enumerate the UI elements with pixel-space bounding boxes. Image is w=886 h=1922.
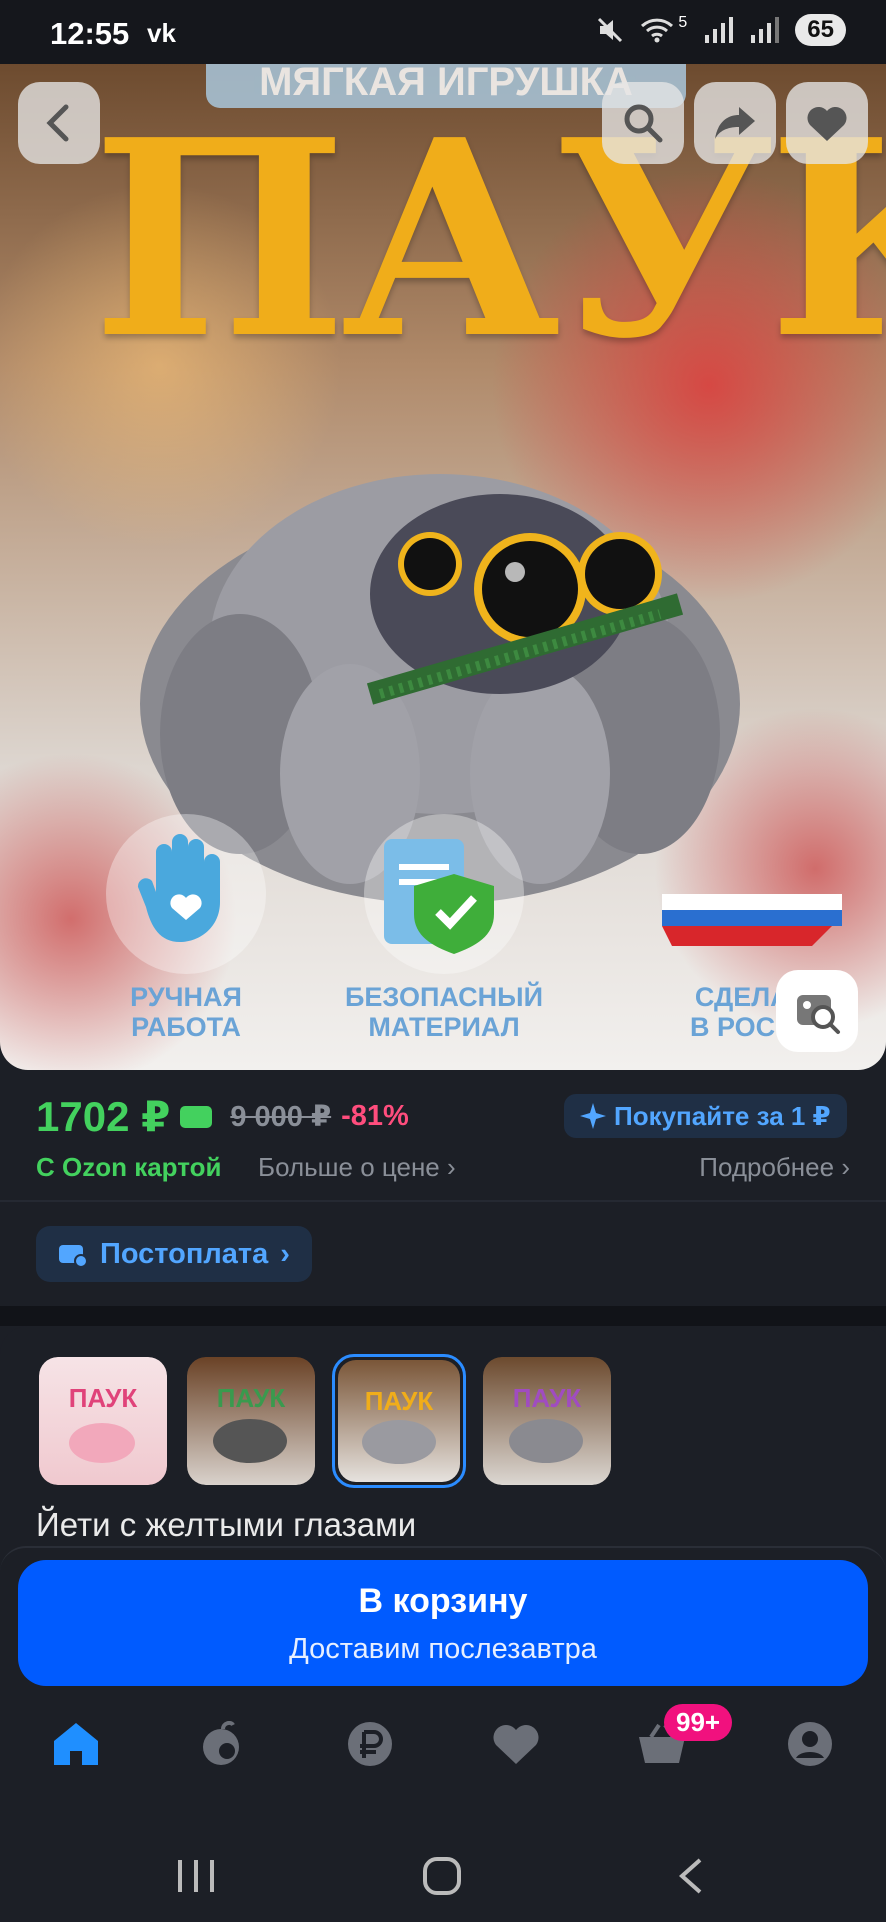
selected-variant-name: Йети с желтыми глазами [36, 1506, 417, 1543]
section-gap [0, 1306, 886, 1326]
current-price: 1702 ₽ [36, 1093, 171, 1140]
variant-thumb-purple[interactable]: ПАУК [480, 1354, 614, 1488]
vk-icon: vk [147, 18, 176, 48]
postpay-label: Постоплата [100, 1237, 269, 1270]
system-nav-bar [0, 1820, 886, 1920]
ruble-icon [348, 1722, 392, 1766]
search-button[interactable] [602, 82, 684, 164]
chevron-right-icon: › [280, 1237, 290, 1270]
fresh-icon [203, 1721, 239, 1765]
tab-fresh[interactable] [192, 1714, 252, 1774]
wallet-icon [59, 1245, 88, 1267]
tab-finance[interactable] [340, 1714, 400, 1774]
signal-icon-2 [751, 17, 780, 43]
back-nav-icon[interactable] [676, 1856, 706, 1896]
share-icon [715, 107, 755, 139]
search-icon [624, 104, 663, 143]
postpay-button[interactable]: Постоплата › [36, 1226, 312, 1282]
battery-level: 65 [795, 14, 846, 46]
profile-icon [788, 1722, 832, 1766]
ozon-card-label: С Ozon картой [36, 1152, 222, 1182]
ozon-card-icon [180, 1105, 213, 1128]
thumb-title: ПАУК [364, 1386, 434, 1416]
mute-icon [598, 17, 623, 43]
recent-apps-icon[interactable] [176, 1858, 216, 1894]
variant-thumb-gray[interactable]: ПАУК [184, 1354, 318, 1488]
image-title: ПАУК [92, 80, 886, 398]
home-icon [54, 1723, 98, 1765]
details-label: Подробнее [699, 1152, 835, 1182]
discount-badge: -81% [341, 1100, 409, 1132]
thumb-title: ПАУК [216, 1383, 286, 1413]
favorites-icon [493, 1725, 539, 1764]
details-link[interactable]: Подробнее › [699, 1152, 850, 1183]
tab-favorites[interactable] [486, 1714, 546, 1774]
price-row: 1702 ₽ 9 000 ₽ -81% [36, 1092, 409, 1141]
tab-home[interactable] [46, 1714, 106, 1774]
badge-safe-material: БЕЗОПАСНЫЙ МАТЕРИАЛ [334, 814, 554, 1042]
heart-icon [807, 106, 847, 141]
tab-profile[interactable] [780, 1714, 840, 1774]
chevron-right-icon: › [841, 1152, 850, 1182]
home-nav-icon[interactable] [422, 1856, 462, 1896]
chevron-right-icon: › [447, 1152, 456, 1182]
status-icons: 5 65 [596, 14, 846, 46]
cart-button-title: В корзину [358, 1582, 528, 1620]
badge-safe-line1: БЕЗОПАСНЫЙ [344, 982, 544, 1012]
variant-thumb-yeti-selected[interactable]: ПАУК [332, 1354, 466, 1488]
cart-button-subtitle: Доставим послезавтра [289, 1633, 597, 1665]
wifi-icon [641, 18, 674, 43]
signal-icon [705, 17, 734, 43]
status-bar: 12:55 vk 5 65 [0, 0, 886, 64]
thumb-title: ПАУК [512, 1383, 582, 1413]
promo-label: Покупайте за 1 ₽ [614, 1100, 831, 1131]
network-label: 5 [678, 14, 688, 31]
add-to-cart-button[interactable]: В корзину Доставим послезавтра [18, 1560, 868, 1686]
promo-button[interactable]: Покупайте за 1 ₽ [564, 1094, 847, 1138]
chevron-left-icon [46, 104, 69, 142]
document-shield-icon [384, 839, 494, 954]
hand-heart-icon [137, 834, 220, 942]
variant-thumb-pink[interactable]: ПАУК [36, 1354, 170, 1488]
more-about-price-label: Больше о цене [258, 1152, 440, 1182]
back-button[interactable] [18, 82, 100, 164]
feature-badges: РУЧНАЯ РАБОТА БЕЗОПАСНЫЙ МАТЕРИАЛ СДЕЛАН… [0, 814, 886, 1064]
badge-handmade-line1: РУЧНАЯ [130, 982, 242, 1012]
more-about-price-link[interactable]: Больше о цене › [258, 1152, 456, 1183]
badge-handmade-line2: РАБОТА [131, 1012, 241, 1042]
tab-bar [0, 1714, 886, 1794]
badge-safe-line2: МАТЕРИАЛ [368, 1012, 520, 1042]
badge-handmade: РУЧНАЯ РАБОТА [76, 814, 296, 1042]
share-button[interactable] [694, 82, 776, 164]
favorite-button[interactable] [786, 82, 868, 164]
divider [0, 1200, 886, 1202]
variant-thumbnails: ПАУК ПАУК ПАУК ПАУК [36, 1354, 614, 1488]
status-time: 12:55 [50, 16, 130, 51]
russia-map-icon [662, 894, 842, 946]
thumb-title: ПАУК [68, 1383, 138, 1413]
product-image[interactable]: МЯГКАЯ ИГРУШКА ПАУК РУЧНАЯ РАБОТА БЕЗОПА… [0, 64, 886, 1070]
cart-count-badge: 99+ [664, 1704, 733, 1741]
sparkle-icon [580, 1103, 606, 1129]
old-price: 9 000 ₽ [230, 1101, 332, 1133]
image-search-button[interactable] [776, 970, 858, 1052]
image-search-icon [797, 995, 840, 1034]
